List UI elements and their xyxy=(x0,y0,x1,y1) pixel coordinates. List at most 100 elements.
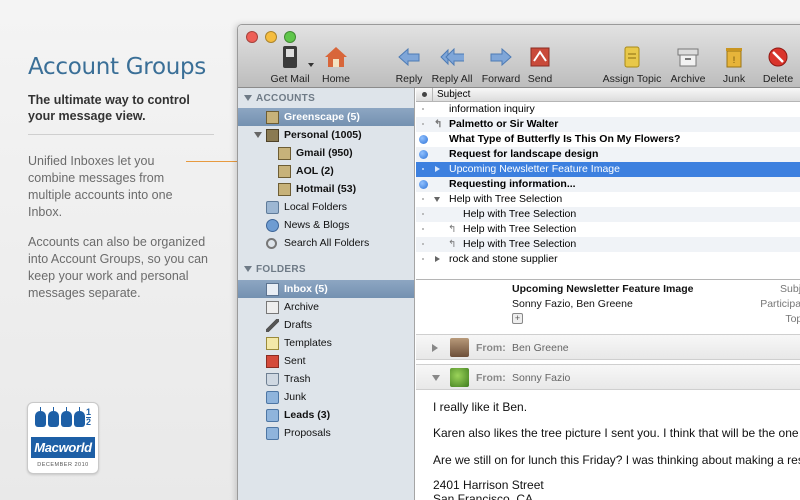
message-row-selected[interactable]: Upcoming Newsletter Feature Image xyxy=(416,162,800,177)
message-row[interactable]: What Type of Butterfly Is This On My Flo… xyxy=(416,132,800,147)
body-line: San Francisco, CA xyxy=(433,492,534,500)
sidebar-item-leads[interactable]: Leads (3) xyxy=(266,406,330,424)
promo-tagline: The ultimate way to control your message… xyxy=(28,93,190,123)
thread-expand-icon[interactable] xyxy=(435,256,440,262)
from-name[interactable]: Sonny Fazio xyxy=(512,372,570,384)
message-header-collapsed[interactable]: From: Ben Greene xyxy=(416,334,800,360)
subject-column-header[interactable]: Subject xyxy=(432,88,470,101)
assign-topic-button[interactable]: Assign Topic xyxy=(600,45,664,85)
unread-dot-icon[interactable] xyxy=(419,150,428,159)
sidebar-item-gmail[interactable]: Gmail (950) xyxy=(278,144,353,162)
sidebar-item-search-all[interactable]: Search All Folders xyxy=(266,234,369,252)
folders-section-header[interactable]: FOLDERS xyxy=(244,264,306,275)
message-row[interactable]: ↰ Help with Tree Selection xyxy=(416,222,800,237)
sidebar: ACCOUNTS Greenscape (5) Personal (1005) … xyxy=(238,88,415,500)
sidebar-item-aol[interactable]: AOL (2) xyxy=(278,162,334,180)
home-icon xyxy=(324,45,348,69)
preview-participants-row: Participants: Sonny Fazio, Ben Greene xyxy=(512,298,800,310)
message-preview: Subject: Upcoming Newsletter Feature Ima… xyxy=(416,279,800,500)
message-row[interactable]: Requesting information... xyxy=(416,177,800,192)
message-list: Subject information inquiry ↰ Palmetto o… xyxy=(416,88,800,278)
get-mail-dropdown-icon[interactable] xyxy=(308,63,314,67)
body-line: Are we still on for lunch this Friday? I… xyxy=(433,453,800,467)
from-name[interactable]: Ben Greene xyxy=(512,342,569,354)
macworld-badge: 12 Macworld DECEMBER 2010 xyxy=(27,402,99,474)
disclosure-triangle-icon[interactable] xyxy=(254,132,262,138)
sidebar-item-proposals[interactable]: Proposals xyxy=(266,424,331,442)
sidebar-item-news-blogs[interactable]: News & Blogs xyxy=(266,216,349,234)
avatar xyxy=(450,368,469,387)
sidebar-item-drafts[interactable]: Drafts xyxy=(266,316,312,334)
sidebar-item-local-folders[interactable]: Local Folders xyxy=(266,198,347,216)
sidebar-item-hotmail[interactable]: Hotmail (53) xyxy=(278,180,356,198)
badge-date: DECEMBER 2010 xyxy=(37,462,89,468)
delete-button[interactable]: Delete xyxy=(762,45,794,85)
message-row[interactable]: rock and stone supplier xyxy=(416,252,800,267)
sidebar-item-personal[interactable]: Personal (1005) xyxy=(254,126,362,144)
get-mail-button[interactable]: Get Mail xyxy=(268,45,312,85)
message-row[interactable]: ↰ Help with Tree Selection xyxy=(416,237,800,252)
sent-icon xyxy=(266,354,279,368)
rss-icon xyxy=(266,218,279,232)
promo-divider xyxy=(28,134,214,135)
unread-dot-icon[interactable] xyxy=(419,180,428,189)
expand-message-icon[interactable] xyxy=(432,344,438,352)
message-row[interactable]: Help with Tree Selection xyxy=(416,207,800,222)
inbox-icon xyxy=(266,282,279,296)
forward-button[interactable]: Forward xyxy=(480,45,522,85)
sidebar-item-inbox[interactable]: Inbox (5) xyxy=(238,280,414,298)
toolbar: Get Mail Home Reply Reply All Forward Se… xyxy=(238,25,800,88)
message-row[interactable]: ↰ Palmetto or Sir Walter xyxy=(416,117,800,132)
macworld-logo: Macworld xyxy=(31,437,95,458)
magnifier-icon xyxy=(266,237,277,249)
close-window-button[interactable] xyxy=(246,31,258,43)
home-button[interactable]: Home xyxy=(318,45,354,85)
sidebar-item-greenscape[interactable]: Greenscape (5) xyxy=(238,108,414,126)
body-line: 2401 Harrison Street xyxy=(433,478,544,492)
archive-button[interactable]: Archive xyxy=(670,45,706,85)
get-mail-icon xyxy=(278,45,302,69)
message-row[interactable]: Request for landscape design xyxy=(416,147,800,162)
message-list-header[interactable]: Subject xyxy=(416,88,800,102)
collapse-message-icon[interactable] xyxy=(432,375,440,381)
thread-expand-icon[interactable] xyxy=(435,166,440,172)
account-group-icon xyxy=(266,128,279,142)
zoom-window-button[interactable] xyxy=(284,31,296,43)
forward-icon xyxy=(489,45,513,69)
send-button[interactable]: Send xyxy=(526,45,554,85)
junk-button[interactable]: ! Junk xyxy=(722,45,746,85)
accounts-section-header[interactable]: ACCOUNTS xyxy=(244,93,315,104)
sidebar-item-junk[interactable]: Junk xyxy=(266,388,306,406)
preview-subject-row: Subject: Upcoming Newsletter Feature Ima… xyxy=(512,283,800,295)
archive-folder-icon xyxy=(266,300,279,314)
add-topic-button[interactable]: + xyxy=(512,313,523,324)
replied-icon: ↰ xyxy=(448,224,457,235)
thread-collapse-icon[interactable] xyxy=(434,197,440,202)
sidebar-item-trash[interactable]: Trash xyxy=(266,370,310,388)
reply-all-icon xyxy=(440,45,464,69)
unread-column-icon[interactable] xyxy=(422,92,427,97)
reply-button[interactable]: Reply xyxy=(394,45,424,85)
message-row[interactable]: information inquiry xyxy=(416,102,800,117)
promo-paragraph-unified: Unified Inboxes let you combine messages… xyxy=(28,154,173,219)
sidebar-item-sent[interactable]: Sent xyxy=(266,352,306,370)
preview-subject: Upcoming Newsletter Feature Image xyxy=(512,283,694,295)
sidebar-item-templates[interactable]: Templates xyxy=(266,334,332,352)
reply-all-button[interactable]: Reply All xyxy=(430,45,474,85)
replied-icon: ↰ xyxy=(434,119,443,130)
account-icon xyxy=(266,110,279,124)
body-line: Karen also likes the tree picture I sent… xyxy=(433,426,800,440)
preview-participants[interactable]: Sonny Fazio, Ben Greene xyxy=(512,298,633,310)
minimize-window-button[interactable] xyxy=(265,31,277,43)
unread-dot-icon[interactable] xyxy=(419,135,428,144)
folder-icon xyxy=(266,390,279,404)
message-row[interactable]: Help with Tree Selection xyxy=(416,192,800,207)
delete-icon xyxy=(766,45,790,69)
trash-icon xyxy=(266,372,279,386)
message-header-expanded[interactable]: From: Sonny Fazio xyxy=(416,364,800,390)
svg-text:!: ! xyxy=(733,55,736,65)
promo-panel: Account Groups The ultimate way to contr… xyxy=(0,0,271,500)
pencil-icon xyxy=(266,318,279,332)
sidebar-item-archive[interactable]: Archive xyxy=(266,298,319,316)
avatar xyxy=(450,338,469,357)
